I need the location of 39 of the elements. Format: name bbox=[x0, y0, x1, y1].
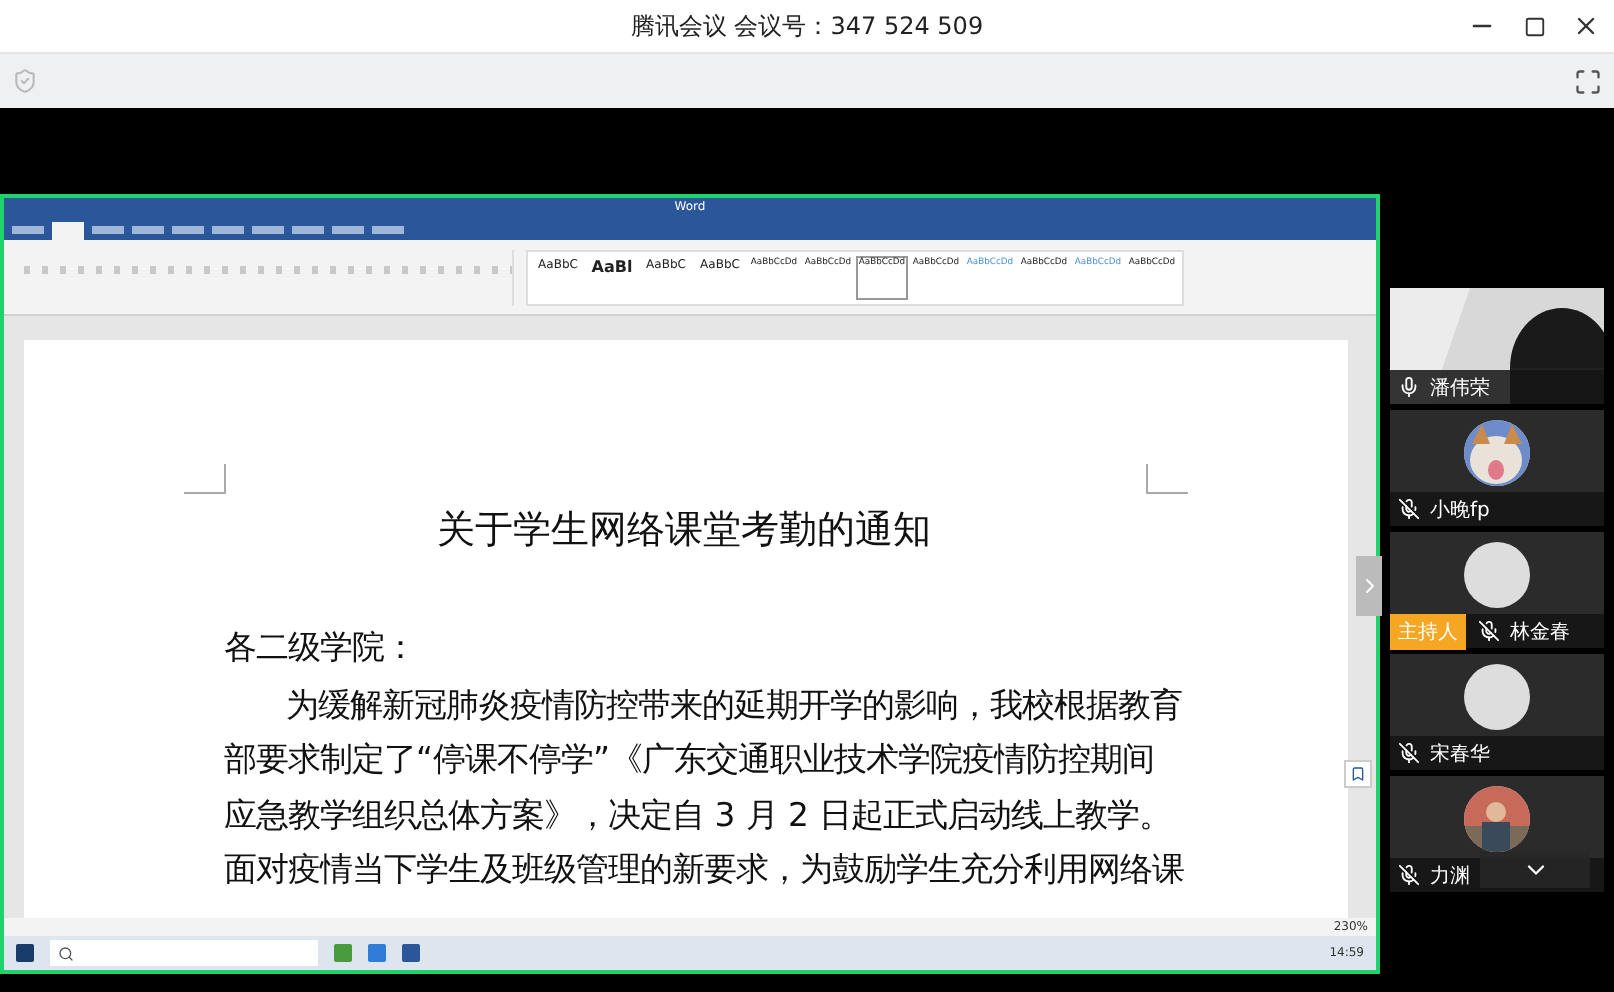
expand-button[interactable] bbox=[1356, 556, 1382, 616]
document-text: 为缓解新冠肺炎疫情防控带来的延期开学的影响，我校根据教育 bbox=[284, 683, 1184, 728]
crop-mark bbox=[184, 464, 226, 494]
participant-name: 潘伟荣 bbox=[1430, 375, 1490, 401]
word-icon[interactable] bbox=[402, 944, 420, 962]
scroll-down-button[interactable] bbox=[1480, 852, 1590, 888]
participant-name: 力渊 bbox=[1430, 863, 1470, 889]
ribbon-tab[interactable] bbox=[52, 222, 84, 240]
ribbon-tab[interactable] bbox=[292, 226, 324, 234]
participant-name: 宋春华 bbox=[1430, 741, 1490, 767]
document-title: 关于学生网络课堂考勤的通知 bbox=[435, 506, 933, 556]
document-text: 应急教学组织总体方案》，决定自 3 月 2 日起正式启动线上教学。 bbox=[224, 793, 1174, 838]
ribbon-tab[interactable] bbox=[372, 226, 404, 234]
ribbon-tab[interactable] bbox=[92, 226, 124, 234]
shield-icon[interactable] bbox=[12, 68, 38, 94]
ribbon-tab[interactable] bbox=[252, 226, 284, 234]
participant-name: 小晚fp bbox=[1430, 497, 1490, 523]
document-text: 各二级学院： bbox=[224, 626, 418, 670]
ribbon-tab[interactable] bbox=[12, 226, 44, 234]
style-preview[interactable]: AaBl bbox=[586, 255, 638, 299]
crop-mark bbox=[1146, 464, 1188, 494]
avatar-icon bbox=[1464, 542, 1530, 608]
avatar-icon bbox=[1464, 664, 1530, 730]
ribbon-tab[interactable] bbox=[172, 226, 204, 234]
document-text: 部要求制定了“停课不停学”《广东交通职业技术学院疫情防控期间 bbox=[224, 738, 1156, 783]
fullscreen-icon[interactable] bbox=[1574, 67, 1602, 95]
windows-icon[interactable] bbox=[16, 944, 34, 962]
ribbon-tab[interactable] bbox=[332, 226, 364, 234]
window-title: 腾讯会议 会议号：347 524 509 bbox=[630, 9, 984, 43]
search-icon bbox=[58, 945, 74, 961]
document-text: 面对疫情当下学生及班级管理的新要求，为鼓励学生充分利用网络课 bbox=[224, 848, 1186, 893]
participant-name: 林金春 bbox=[1510, 619, 1570, 645]
host-badge: 主持人 bbox=[1390, 613, 1466, 649]
maximize-icon bbox=[1523, 15, 1545, 37]
close-icon bbox=[1572, 12, 1600, 40]
search-field[interactable] bbox=[50, 940, 318, 966]
ribbon-tab[interactable] bbox=[212, 226, 244, 234]
bookmark-icon[interactable] bbox=[1344, 760, 1372, 788]
ribbon-tab[interactable] bbox=[132, 226, 164, 234]
